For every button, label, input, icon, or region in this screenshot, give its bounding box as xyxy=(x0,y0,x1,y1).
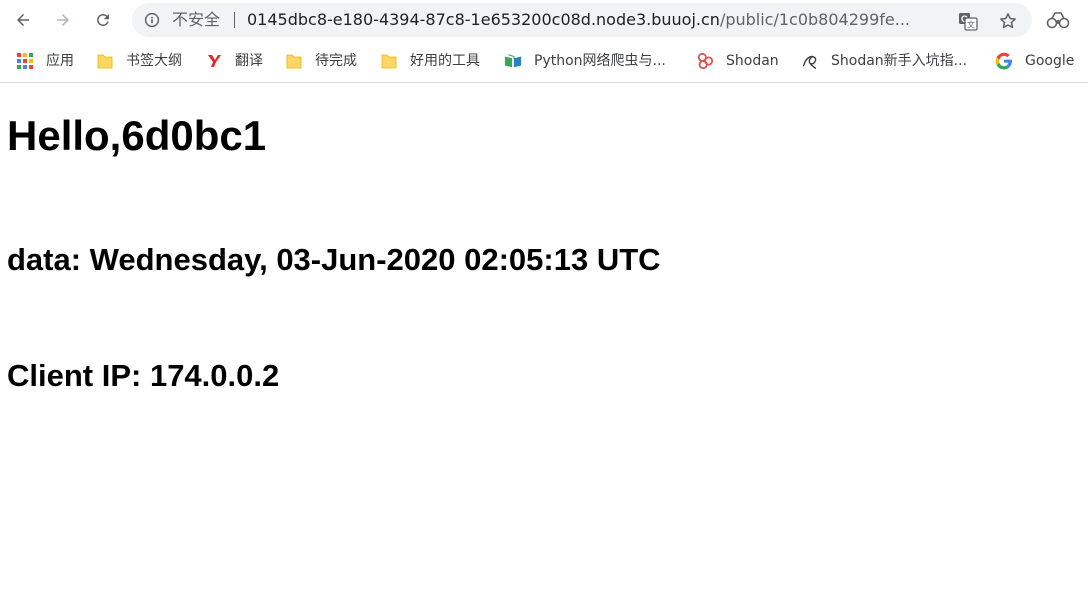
url-path: /public/1c0b804299fe... xyxy=(719,10,910,29)
google-g-icon xyxy=(995,52,1012,70)
shodan-logo-icon xyxy=(697,52,714,70)
youdao-translate-icon xyxy=(208,55,221,67)
bookmark-apps[interactable]: 应用 xyxy=(16,50,74,72)
translate-icon[interactable]: G 文 xyxy=(958,11,978,31)
greeting-heading: Hello,6d0bc1 xyxy=(7,112,267,159)
folder-icon xyxy=(381,54,397,69)
bookmark-label: 书签大纲 xyxy=(126,53,182,69)
folder-icon xyxy=(286,54,302,69)
security-label: 不安全 xyxy=(172,10,221,29)
shodan-script-icon xyxy=(802,55,817,69)
bookmark-star-icon[interactable] xyxy=(998,11,1018,31)
book-icon xyxy=(504,54,522,68)
bookmark-translate[interactable]: 翻译 xyxy=(205,50,263,72)
address-bar[interactable]: 不安全 0145dbc8-e180-4394-87c8-1e653200c08d… xyxy=(132,3,1032,37)
bookmark-folder-tools[interactable]: 好用的工具 xyxy=(380,50,480,72)
bookmark-label: Shodan新手入坑指... xyxy=(831,53,968,69)
bookmark-label: 待完成 xyxy=(315,53,357,69)
bookmark-label: Google xyxy=(1025,53,1075,69)
address-divider xyxy=(234,12,235,28)
bookmark-label: Python网络爬虫与... xyxy=(534,53,666,69)
bookmark-folder-outline[interactable]: 书签大纲 xyxy=(96,50,182,72)
bookmark-google[interactable]: Google xyxy=(995,50,1074,72)
arrow-left-icon xyxy=(17,14,29,26)
extension-icon[interactable] xyxy=(1046,9,1070,31)
bookmark-label: 应用 xyxy=(46,53,74,69)
bookmark-label: 翻译 xyxy=(235,53,263,69)
reload-icon xyxy=(97,13,109,26)
client-ip-heading: Client IP: 174.0.0.2 xyxy=(7,358,280,393)
reload-button[interactable] xyxy=(89,6,117,34)
forward-button[interactable] xyxy=(49,6,77,34)
bookmarks-bar: 应用 书签大纲 翻译 待完成 好用的工具 Python网络爬虫与... Shod… xyxy=(0,40,1088,83)
url-host: 0145dbc8-e180-4394-87c8-1e653200c08d.nod… xyxy=(247,10,720,29)
apps-grid-icon xyxy=(17,53,33,69)
info-icon[interactable] xyxy=(144,12,160,28)
bookmark-label: Shodan xyxy=(726,53,779,69)
bookmark-label: 好用的工具 xyxy=(410,53,480,69)
browser-toolbar: 不安全 0145dbc8-e180-4394-87c8-1e653200c08d… xyxy=(0,0,1088,40)
arrow-right-icon xyxy=(57,14,69,26)
url-text[interactable]: 0145dbc8-e180-4394-87c8-1e653200c08d.nod… xyxy=(247,10,947,30)
bookmark-shodan[interactable]: Shodan xyxy=(696,50,779,72)
folder-icon xyxy=(97,54,113,69)
date-heading: data: Wednesday, 03-Jun-2020 02:05:13 UT… xyxy=(7,242,661,277)
back-button[interactable] xyxy=(9,6,37,34)
bookmark-folder-todo[interactable]: 待完成 xyxy=(285,50,357,72)
bookmark-shodan-guide[interactable]: Shodan新手入坑指... xyxy=(801,50,967,72)
bookmark-python-crawler[interactable]: Python网络爬虫与... xyxy=(504,50,666,72)
svg-text:文: 文 xyxy=(967,20,975,30)
